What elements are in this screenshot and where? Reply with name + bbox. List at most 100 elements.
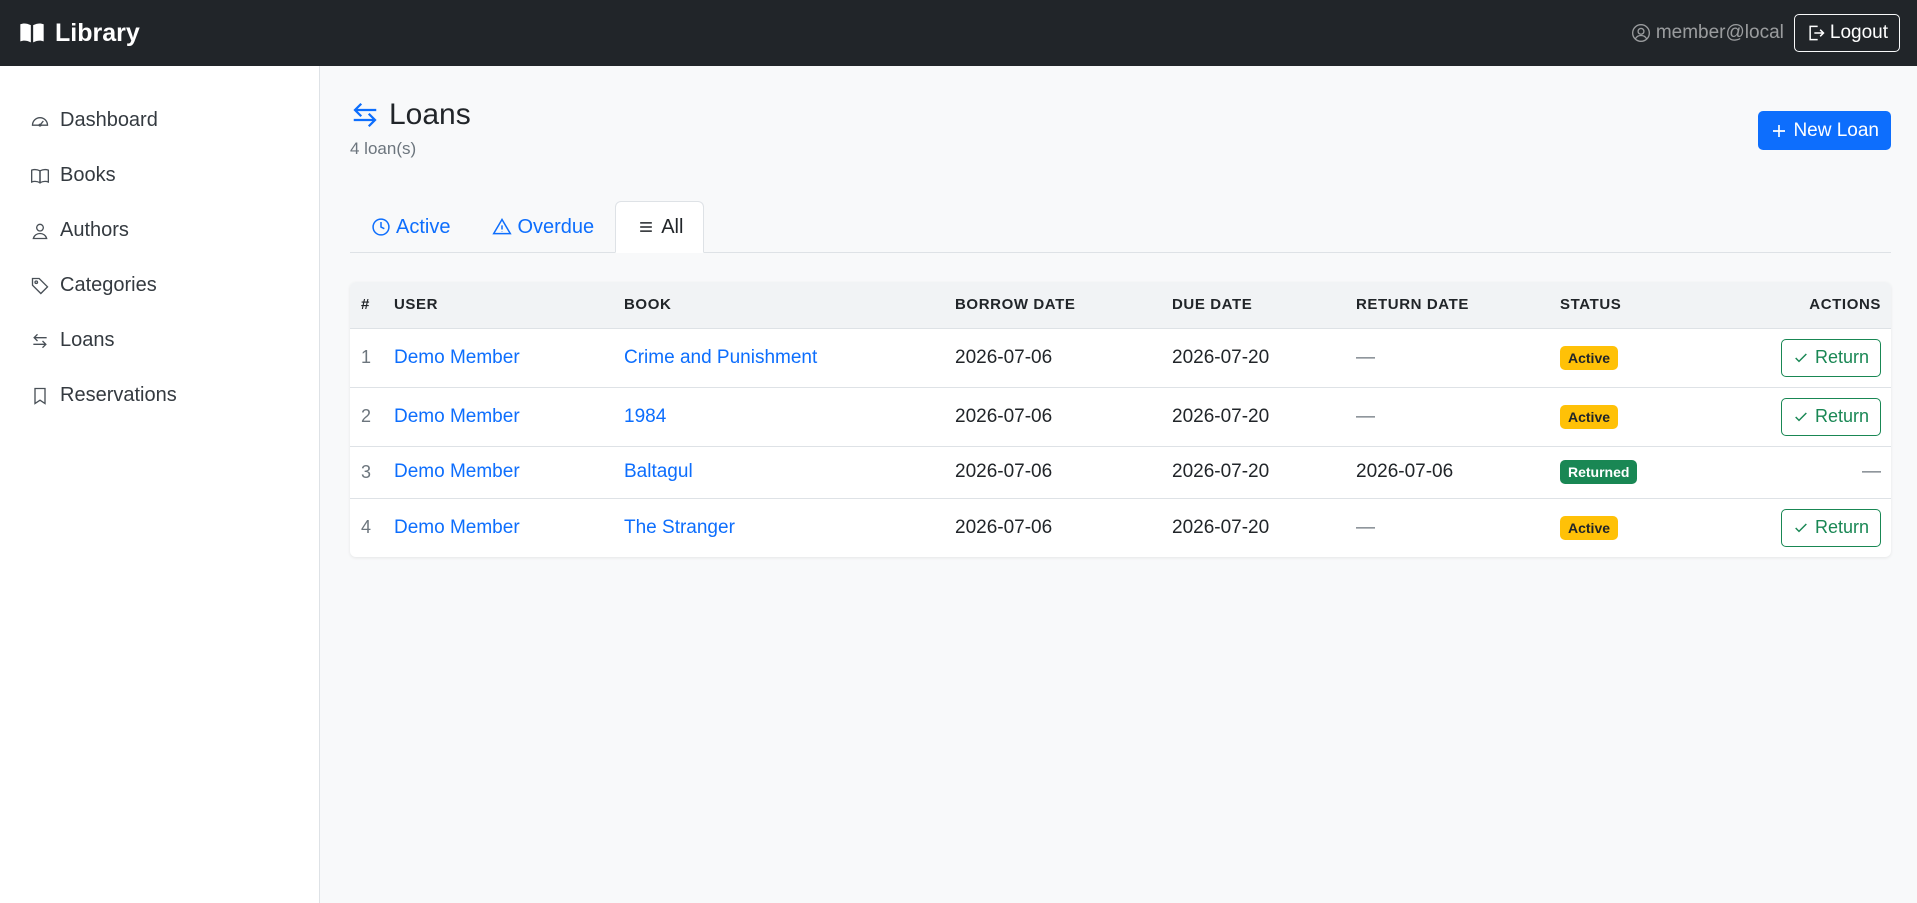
sidebar-item-label: Books: [60, 164, 116, 186]
tab-label: Active: [396, 215, 451, 238]
return-date: —: [1356, 516, 1375, 538]
sidebar-item-books[interactable]: Books: [0, 148, 319, 203]
book-open-icon: [20, 23, 44, 43]
col-header-book[interactable]: BOOK: [624, 282, 955, 329]
plus-icon: [1773, 124, 1786, 137]
user-link[interactable]: Demo Member: [394, 461, 520, 482]
brand[interactable]: Library: [18, 19, 140, 48]
sidebar-item-loans[interactable]: Loans: [0, 313, 319, 368]
sidebar-item-dashboard[interactable]: Dashboard: [0, 93, 319, 148]
col-header-num: #: [350, 282, 394, 329]
return-date: 2026-07-06: [1356, 446, 1560, 499]
person-icon: [32, 223, 48, 239]
table-row: 3 Demo Member Baltagul 2026-07-06 2026-0…: [350, 446, 1891, 499]
sidebar-item-label: Loans: [60, 329, 115, 351]
table-row: 4 Demo Member The Stranger 2026-07-06 20…: [350, 498, 1891, 557]
top-navbar: Library member@local Logout: [0, 0, 1917, 66]
tag-icon: [31, 277, 49, 294]
loan-count: 4 loan(s): [350, 139, 417, 158]
return-label: Return: [1814, 406, 1869, 426]
check-icon: [1795, 523, 1807, 533]
no-action: —: [1710, 446, 1891, 499]
user-link[interactable]: Demo Member: [394, 347, 520, 368]
col-header-user[interactable]: USER: [394, 282, 624, 329]
user-link[interactable]: Demo Member: [394, 517, 520, 538]
loans-table-card: # USER BOOK BORROW DATE DUE DATE RETURN …: [350, 282, 1891, 557]
bookmark-icon: [34, 387, 46, 405]
page-header: Loans 4 loan(s) New Loan: [350, 66, 1891, 184]
tab-overdue[interactable]: Overdue: [471, 201, 615, 253]
status-badge: Active: [1560, 515, 1619, 540]
page-title: Loans: [389, 98, 471, 131]
logout-icon: [1809, 25, 1825, 41]
sidebar-item-categories[interactable]: Categories: [0, 258, 319, 313]
status-badge: Returned: [1560, 460, 1638, 484]
due-date: 2026-07-20: [1172, 328, 1356, 388]
brand-label: Library: [55, 18, 140, 47]
table-header-row: # USER BOOK BORROW DATE DUE DATE RETURN …: [350, 282, 1891, 329]
tab-label: All: [661, 215, 684, 238]
clock-icon: [372, 218, 390, 236]
tab-all[interactable]: All: [615, 201, 705, 253]
list-icon: [640, 222, 653, 232]
sidebar-item-authors[interactable]: Authors: [0, 203, 319, 258]
speedometer-icon: [31, 116, 49, 127]
row-number: 1: [350, 328, 394, 388]
col-header-status[interactable]: STATUS: [1560, 282, 1710, 329]
loans-table: # USER BOOK BORROW DATE DUE DATE RETURN …: [350, 282, 1891, 557]
status-badge: Active: [1560, 345, 1619, 370]
book-link[interactable]: Baltagul: [624, 461, 693, 482]
book-icon: [31, 168, 49, 184]
sidebar: Dashboard Books Authors Categories Loans…: [0, 66, 320, 903]
borrow-date: 2026-07-06: [955, 328, 1172, 388]
return-label: Return: [1814, 517, 1869, 538]
borrow-date: 2026-07-06: [955, 516, 1053, 538]
logout-button[interactable]: Logout: [1793, 14, 1900, 52]
check-icon: [1795, 411, 1807, 421]
table-row: 1 Demo Member Crime and Punishment 2026-…: [350, 328, 1891, 388]
col-header-actions: ACTIONS: [1710, 282, 1891, 329]
col-header-due-date[interactable]: DUE DATE: [1172, 282, 1356, 329]
borrow-date: 2026-07-06: [955, 387, 1172, 447]
sidebar-item-reservations[interactable]: Reservations: [0, 368, 319, 423]
main-content: Loans 4 loan(s) New Loan Active Overdue …: [350, 66, 1891, 557]
due-date: 2026-07-20: [1172, 446, 1356, 499]
borrow-date: 2026-07-06: [955, 446, 1172, 499]
return-button[interactable]: Return: [1780, 338, 1881, 377]
tab-active[interactable]: Active: [350, 201, 471, 253]
sidebar-item-label: Categories: [60, 274, 157, 296]
row-number: 4: [361, 517, 372, 538]
status-badge: Active: [1560, 404, 1619, 429]
new-loan-button[interactable]: New Loan: [1758, 111, 1891, 150]
table-row: 2 Demo Member 1984 2026-07-06 2026-07-20…: [350, 387, 1891, 447]
tab-label: Overdue: [517, 215, 595, 238]
return-label: Return: [1814, 347, 1869, 367]
arrows-exchange-icon: [33, 333, 47, 348]
book-link[interactable]: The Stranger: [624, 517, 735, 538]
return-button[interactable]: Return: [1780, 508, 1881, 547]
row-number: 2: [350, 387, 394, 447]
return-date: —: [1356, 387, 1560, 447]
sidebar-item-label: Authors: [60, 219, 129, 241]
book-link[interactable]: 1984: [624, 406, 666, 427]
col-header-borrow-date[interactable]: BORROW DATE: [955, 282, 1172, 329]
arrows-exchange-icon: [353, 102, 377, 128]
sidebar-item-label: Reservations: [60, 384, 177, 406]
return-date: —: [1356, 328, 1560, 388]
new-loan-label: New Loan: [1793, 119, 1879, 141]
col-header-return-date[interactable]: RETURN DATE: [1356, 282, 1560, 329]
current-user: member@local: [1631, 22, 1784, 44]
loan-tabs: Active Overdue All: [350, 194, 1891, 253]
logout-label: Logout: [1829, 22, 1888, 43]
warning-icon: [492, 218, 513, 235]
book-link[interactable]: Crime and Punishment: [624, 347, 817, 368]
due-date: 2026-07-20: [1172, 516, 1270, 538]
sidebar-item-label: Dashboard: [60, 109, 158, 131]
row-number: 3: [350, 446, 394, 499]
user-link[interactable]: Demo Member: [394, 406, 520, 427]
user-email: member@local: [1655, 22, 1784, 43]
check-icon: [1795, 352, 1807, 362]
due-date: 2026-07-20: [1172, 387, 1356, 447]
user-circle-icon: [1631, 24, 1650, 42]
return-button[interactable]: Return: [1780, 397, 1881, 436]
